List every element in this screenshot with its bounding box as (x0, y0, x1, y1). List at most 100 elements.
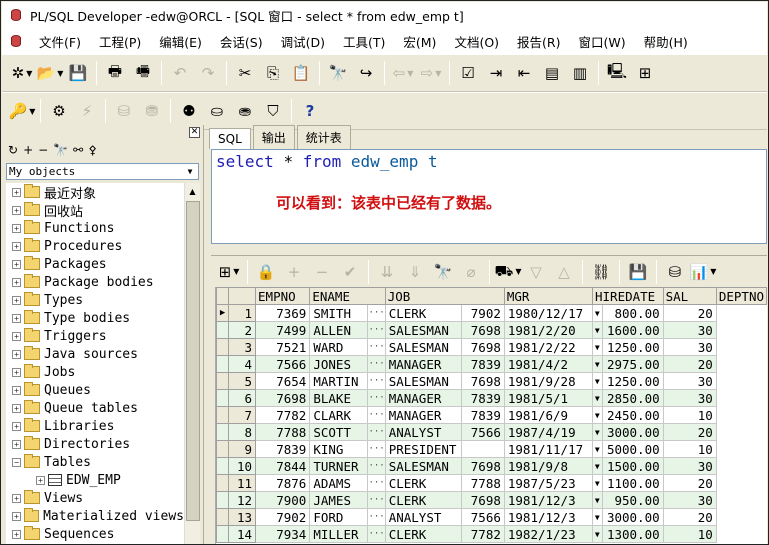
chevron-down-icon[interactable]: ▼ (592, 423, 603, 441)
tree-node[interactable]: + Jobs (6, 363, 184, 381)
cell-ename[interactable]: CLARK (309, 406, 369, 424)
cell-ename[interactable]: MILLER (309, 525, 369, 543)
refresh-icon[interactable]: ↻ (8, 143, 18, 157)
delete-record-icon[interactable]: − (308, 258, 336, 286)
tree-node[interactable]: + Types (6, 291, 184, 309)
cell-deptno[interactable]: 20 (662, 508, 717, 526)
cell-mgr[interactable]: 7698 (461, 457, 505, 475)
chevron-down-icon[interactable]: ▼ (592, 474, 603, 492)
cell-hiredate[interactable]: 1981/5/1 (503, 389, 594, 407)
chevron-down-icon[interactable]: ▼ (592, 525, 603, 543)
cell-ename[interactable]: JONES (309, 355, 369, 373)
compile-icon[interactable]: ⚙ (45, 97, 73, 125)
paste-icon[interactable]: 📋 (287, 59, 315, 87)
cell-deptno[interactable]: 30 (662, 372, 717, 390)
column-header[interactable]: ENAME (309, 287, 386, 305)
cell-mgr[interactable]: 7839 (461, 406, 505, 424)
grid-select-icon[interactable]: ⊞ ▼ (215, 258, 243, 286)
tree-node[interactable]: + Queues (6, 381, 184, 399)
tree-node[interactable]: + Views (6, 489, 184, 507)
menu-help[interactable]: 帮助(H) (635, 32, 697, 51)
cell-job[interactable]: CLERK (384, 474, 463, 492)
table-row[interactable]: 7 7782 CLARK ··· MANAGER 7839 1981/6/9 ▼ 2450.00… (215, 406, 767, 424)
find-icon[interactable]: 🔭 (324, 59, 352, 87)
chevron-down-icon[interactable]: ▼ (592, 406, 603, 424)
clear-icon[interactable]: ⌀ (457, 258, 485, 286)
tree-node[interactable]: − Tables (6, 453, 184, 471)
ellipsis-icon[interactable]: ··· (367, 457, 386, 475)
expand-icon[interactable]: + (12, 331, 21, 341)
table-row[interactable]: 5 7654 MARTIN ··· SALESMAN 7698 1981/9/28 ▼ 1250… (215, 372, 767, 390)
ellipsis-icon[interactable]: ··· (367, 525, 386, 543)
cell-hiredate[interactable]: 1981/12/3 (503, 491, 594, 509)
cell-deptno[interactable]: 20 (662, 423, 717, 441)
tree-node[interactable]: + Materialized views (6, 507, 184, 525)
cell-job[interactable]: ANALYST (384, 508, 463, 526)
close-icon[interactable]: ✕ (189, 127, 200, 138)
menu-macro[interactable]: 宏(M) (394, 32, 445, 51)
cell-empno[interactable]: 7900 (255, 491, 311, 509)
cell-hiredate[interactable]: 1981/6/9 (503, 406, 594, 424)
expand-icon[interactable]: + (12, 205, 21, 215)
cell-hiredate[interactable]: 1981/9/28 (503, 372, 594, 390)
ellipsis-icon[interactable]: ··· (367, 389, 386, 407)
cell-hiredate[interactable]: 1981/2/22 (503, 338, 594, 356)
copy-icon[interactable]: ⎘ (259, 59, 287, 87)
expand-icon[interactable]: + (12, 187, 21, 197)
sort-desc-icon[interactable]: ▽ (522, 258, 550, 286)
cell-mgr[interactable]: 7839 (461, 355, 505, 373)
chart-icon[interactable]: 📊 ▼ (689, 258, 717, 286)
cell-deptno[interactable]: 30 (662, 338, 717, 356)
cell-sal[interactable]: 1600.00 (601, 321, 664, 339)
categories-icon[interactable]: ⚴ (88, 143, 97, 157)
find-replace-icon[interactable]: ↪ (352, 59, 380, 87)
cell-job[interactable]: PRESIDENT (384, 440, 463, 458)
commit-icon[interactable]: ⛁ (110, 97, 138, 125)
expand-icon[interactable]: − (12, 457, 21, 467)
ellipsis-icon[interactable]: ··· (367, 321, 386, 339)
cell-hiredate[interactable]: 1987/4/19 (503, 423, 594, 441)
expand-icon[interactable]: + (12, 421, 21, 431)
table-row[interactable]: 11 7876 ADAMS ··· CLERK 7788 1987/5/23 ▼ 1100.00… (215, 474, 767, 492)
save-icon[interactable]: 💾 (624, 258, 652, 286)
expand-icon[interactable]: + (12, 295, 21, 305)
execute-icon[interactable]: ☑ (454, 59, 482, 87)
column-header[interactable]: JOB (384, 287, 505, 305)
cell-sal[interactable]: 1500.00 (601, 457, 664, 475)
tree-node[interactable]: + EDW_EMP (6, 471, 184, 489)
cell-job[interactable]: SALESMAN (384, 338, 463, 356)
forward-icon[interactable]: ⇨ ▼ (417, 59, 445, 87)
scroll-up-icon[interactable]: ▲ (185, 183, 200, 199)
fetch-last-icon[interactable]: ⇓ (401, 258, 429, 286)
cell-mgr[interactable]: 7698 (461, 372, 505, 390)
expand-icon[interactable]: + (12, 511, 21, 521)
tree-node[interactable]: + 最近对象 (6, 183, 184, 202)
tree-node[interactable]: + Package bodies (6, 273, 184, 291)
cell-ename[interactable]: TURNER (309, 457, 369, 475)
export-icon[interactable]: ▤ (538, 59, 566, 87)
cell-sal[interactable]: 1300.00 (601, 525, 664, 543)
fetch-next-icon[interactable]: ⇊ (373, 258, 401, 286)
menu-reports[interactable]: 报告(R) (508, 32, 569, 51)
chevron-down-icon[interactable]: ▼ (592, 321, 603, 339)
cell-empno[interactable]: 7788 (255, 423, 311, 441)
column-header[interactable]: HIREDATE (592, 287, 664, 305)
cell-sal[interactable]: 950.00 (601, 491, 664, 509)
cell-empno[interactable]: 7782 (255, 406, 311, 424)
debug-icon[interactable]: ⚡ (73, 97, 101, 125)
undo-icon[interactable]: ↶ (166, 59, 194, 87)
cell-job[interactable]: SALESMAN (384, 372, 463, 390)
sort-asc-icon[interactable]: △ (550, 258, 578, 286)
cell-deptno[interactable]: 30 (662, 389, 717, 407)
cell-job[interactable]: CLERK (384, 491, 463, 509)
expand-icon[interactable]: + (12, 439, 21, 449)
table-row[interactable]: 6 7698 BLAKE ··· MANAGER 7839 1981/5/1 ▼ 2850.00… (215, 389, 767, 407)
menu-session[interactable]: 会话(S) (211, 32, 272, 51)
cell-ename[interactable]: SMITH (309, 304, 369, 322)
tree-node[interactable]: + Triggers (6, 327, 184, 345)
new-icon[interactable]: ✲ ▼ (8, 59, 36, 87)
ellipsis-icon[interactable]: ··· (367, 338, 386, 356)
object-filter-select[interactable]: My objects ▼ (6, 163, 199, 180)
cell-job[interactable]: MANAGER (384, 389, 463, 407)
cell-hiredate[interactable]: 1981/9/8 (503, 457, 594, 475)
